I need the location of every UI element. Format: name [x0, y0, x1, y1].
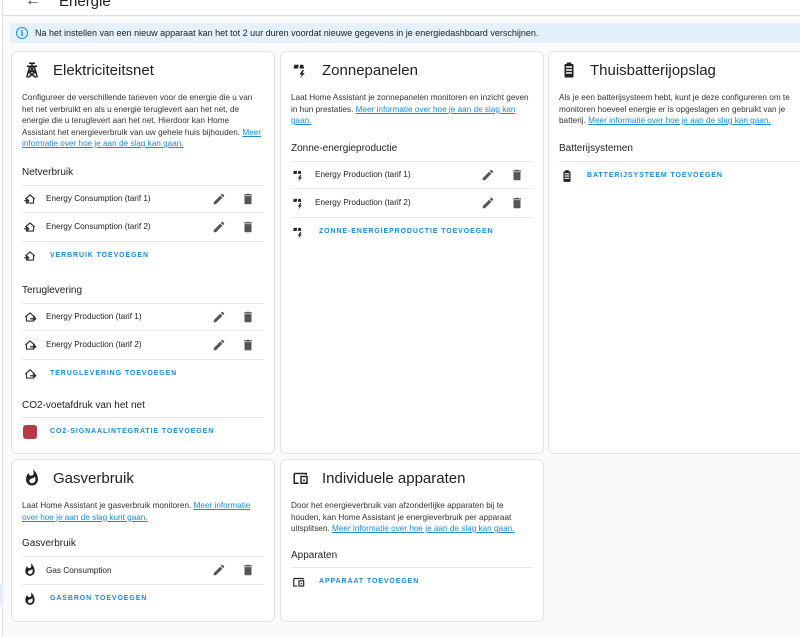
solar-card-description: Laat Home Assistant je zonnepanelen moni…	[291, 93, 529, 125]
grid-card: Elektriciteitsnet Configureer de verschi…	[11, 51, 275, 454]
pencil-icon[interactable]	[212, 192, 226, 206]
transmission-tower-icon	[23, 61, 41, 79]
battery-card: Thuisbatterijopslag Als je een batterijs…	[548, 51, 800, 454]
sidebar-edge	[0, 0, 3, 637]
battery-card-title: Thuisbatterijopslag	[590, 61, 716, 79]
top-app-bar: ← Energie	[3, 0, 800, 16]
list-item: Energy Consumption (tarif 1)	[22, 184, 264, 213]
devices-card: Individuele apparaten Door het energieve…	[280, 459, 544, 622]
home-export-icon	[23, 367, 37, 381]
add-device-button[interactable]: APPARAAT TOEVOEGEN	[319, 578, 419, 585]
solar-power-icon	[292, 225, 306, 239]
fire-icon	[23, 592, 37, 606]
solar-card: Zonnepanelen Laat Home Assistant je zonn…	[280, 51, 544, 454]
grid-card-description: Configureer de verschillende tarieven vo…	[22, 93, 261, 148]
arrow-left-icon[interactable]: ←	[25, 0, 41, 10]
info-circle-icon: i	[16, 27, 28, 39]
solar-card-title: Zonnepanelen	[322, 61, 418, 79]
trash-icon[interactable]	[241, 220, 255, 234]
home-export-icon	[23, 310, 37, 324]
home-import-icon	[23, 220, 37, 234]
solar-section-title: Zonne-energieproductie	[291, 142, 398, 154]
devices-icon	[292, 469, 310, 487]
pencil-icon[interactable]	[481, 168, 495, 182]
devices-section-title: Apparaten	[291, 549, 338, 561]
add-battery-button[interactable]: BATTERIJSYSTEEM TOEVOEGEN	[587, 172, 723, 179]
home-battery-icon	[560, 61, 578, 79]
devices-learn-more-link[interactable]: Meer informatie over hoe je aan de slag …	[332, 524, 515, 533]
add-device-row: APPARAAT TOEVOEGEN	[291, 568, 533, 596]
list-item: Energy Production (tarif 2)	[22, 331, 264, 360]
battery-learn-more-link[interactable]: Meer informatie over hoe je aan de slag …	[588, 116, 771, 125]
page-title: Energie	[59, 0, 111, 10]
grid-consumption-title: Netverbruik	[22, 166, 74, 178]
pencil-icon[interactable]	[212, 310, 226, 324]
trash-icon[interactable]	[241, 310, 255, 324]
list-item: Energy Consumption (tarif 2)	[22, 213, 264, 242]
fire-icon	[23, 469, 41, 487]
gas-card: Gasverbruik Laat Home Assistant je gasve…	[11, 459, 275, 622]
solar-power-icon	[292, 168, 306, 182]
devices-icon	[292, 575, 306, 589]
solar-power-icon	[292, 61, 310, 79]
add-consumption-row: VERBRUIK TOEVOEGEN	[22, 242, 264, 270]
list-item: Energy Production (tarif 1)	[22, 302, 264, 331]
pencil-icon[interactable]	[212, 220, 226, 234]
add-gas-button[interactable]: GASBRON TOEVOEGEN	[50, 595, 147, 602]
add-battery-row: BATTERIJSYSTEEM TOEVOEGEN	[559, 162, 794, 190]
add-co2-row: CO2-SIGNAALINTEGRATIE TOEVOEGEN	[22, 418, 264, 446]
info-alert: i Na het instellen van een nieuw apparaa…	[10, 23, 800, 43]
gas-card-description: Laat Home Assistant je gasverbruik monit…	[22, 501, 251, 522]
devices-card-description: Door het energieverbruik van afzonderlij…	[291, 501, 515, 533]
solar-power-icon	[292, 196, 306, 210]
add-solar-button[interactable]: ZONNE-ENERGIEPRODUCTIE TOEVOEGEN	[319, 228, 494, 235]
alert-text: Na het instellen van een nieuw apparaat …	[35, 28, 539, 38]
sidebar-active-item[interactable]	[0, 584, 3, 606]
add-solar-row: ZONNE-ENERGIEPRODUCTIE TOEVOEGEN	[291, 218, 533, 246]
list-item: Energy Production (tarif 1)	[291, 160, 533, 189]
devices-card-title: Individuele apparaten	[322, 469, 466, 487]
add-consumption-button[interactable]: VERBRUIK TOEVOEGEN	[50, 252, 149, 259]
gas-card-title: Gasverbruik	[53, 469, 134, 487]
co2-signal-icon	[23, 424, 37, 439]
trash-icon[interactable]	[241, 192, 255, 206]
add-gas-row: GASBRON TOEVOEGEN	[22, 585, 264, 613]
trash-icon[interactable]	[241, 338, 255, 352]
home-import-icon	[23, 249, 37, 263]
gas-section-title: Gasverbruik	[22, 538, 76, 549]
battery-card-description: Als je een batterijsysteem hebt, kunt je…	[559, 93, 790, 125]
home-export-icon	[23, 338, 37, 352]
list-item: Energy Production (tarif 2)	[291, 189, 533, 218]
add-return-button[interactable]: TERUGLEVERING TOEVOEGEN	[50, 370, 177, 377]
home-import-icon	[23, 192, 37, 206]
pencil-icon[interactable]	[212, 563, 226, 577]
add-return-row: TERUGLEVERING TOEVOEGEN	[22, 360, 264, 388]
add-co2-button[interactable]: CO2-SIGNAALINTEGRATIE TOEVOEGEN	[50, 428, 214, 435]
pencil-icon[interactable]	[481, 196, 495, 210]
trash-icon[interactable]	[510, 196, 524, 210]
pencil-icon[interactable]	[212, 338, 226, 352]
grid-co2-title: CO2-voetafdruk van het net	[22, 399, 145, 411]
trash-icon[interactable]	[510, 168, 524, 182]
fire-icon	[23, 563, 37, 577]
trash-icon[interactable]	[241, 563, 255, 577]
grid-return-title: Teruglevering	[22, 284, 83, 296]
battery-section-title: Batterijsystemen	[559, 142, 633, 154]
list-item: Gas Consumption	[22, 556, 264, 585]
home-battery-icon	[560, 169, 574, 183]
grid-card-title: Elektriciteitsnet	[53, 61, 154, 79]
